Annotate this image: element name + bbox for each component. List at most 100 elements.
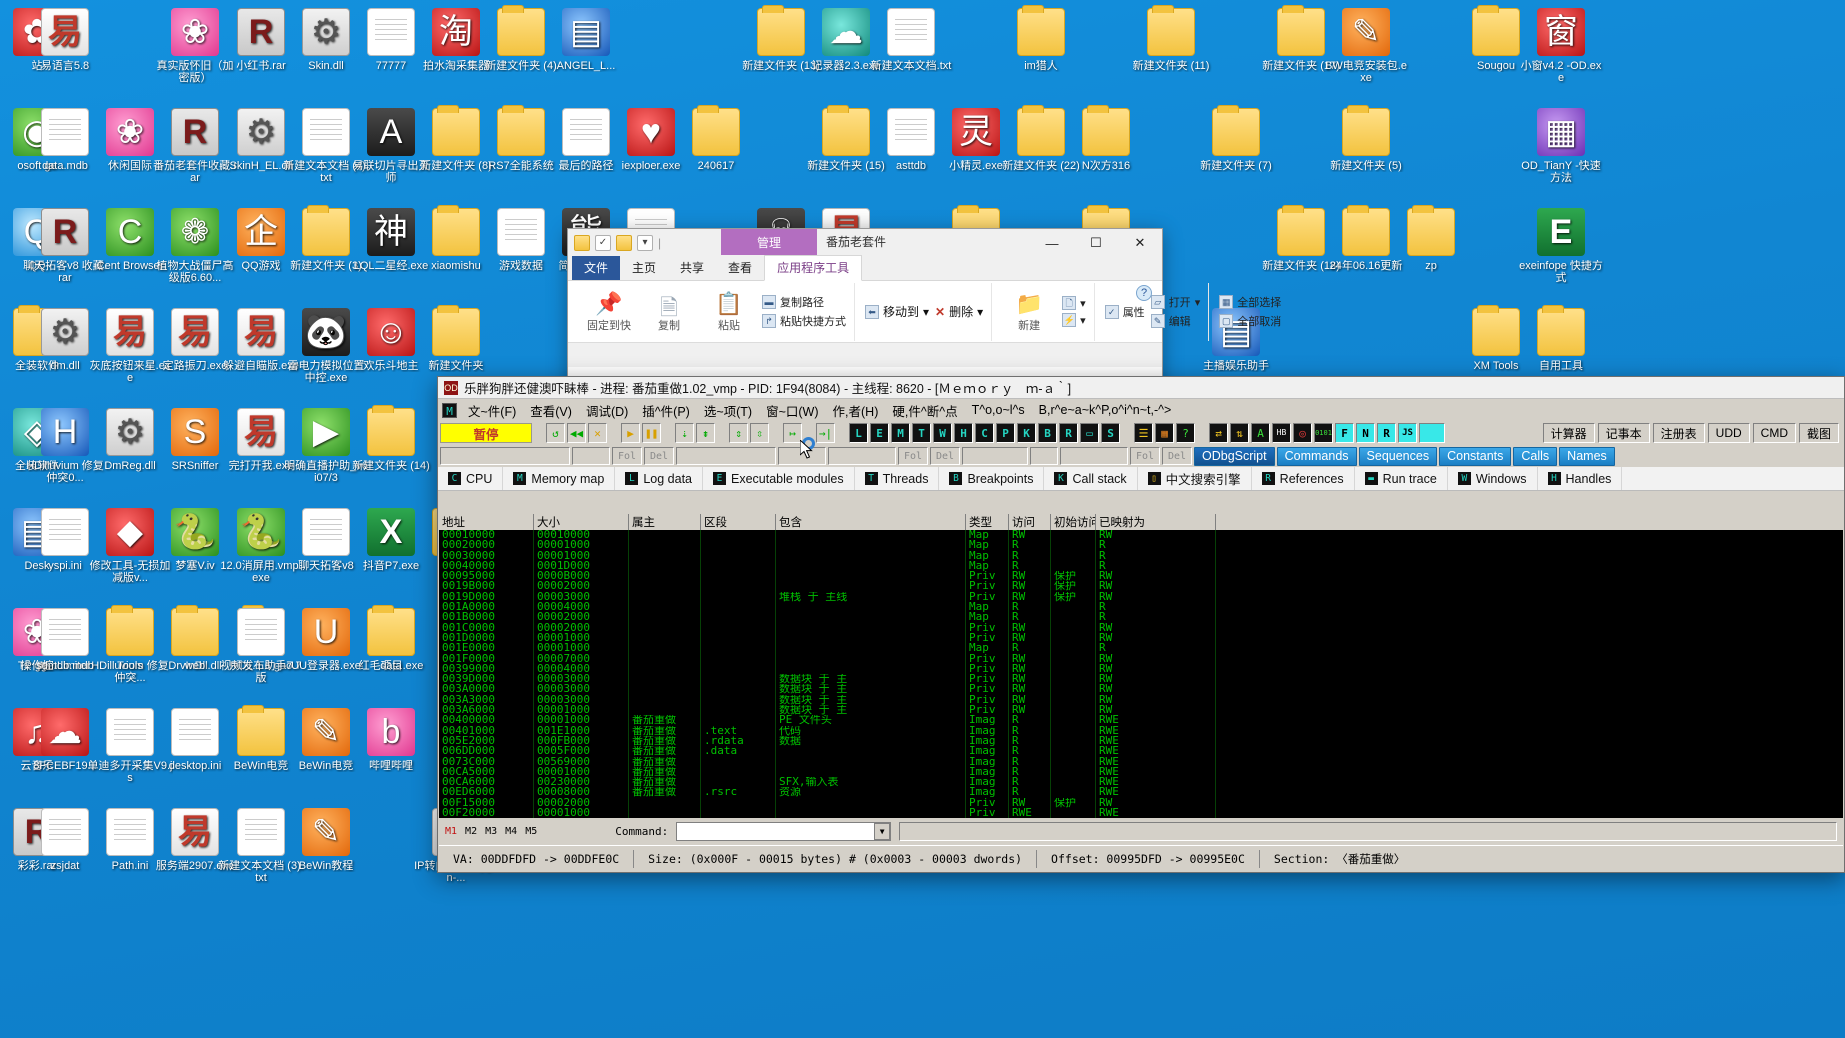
memory-row[interactable]: 0019D000 00003000 堆栈 于 主线 Priv RW 保护 RW — [439, 591, 1843, 603]
copy-button[interactable]: 🗎 复制 — [642, 291, 696, 333]
desktop-icon[interactable]: Eexeinfope 快捷方式 — [1518, 208, 1604, 284]
ollydbg-window[interactable]: OD 乐胖狗胖还健澳吓眛棒 - 进程: 番茄重做1.02_vmp - PID: … — [437, 376, 1845, 873]
desktop-icon[interactable]: 新建文本文档.txt — [868, 8, 954, 72]
tab-memory-map[interactable]: M Memory map — [503, 467, 616, 490]
memory-row[interactable]: 00095000 0000B000 Priv RW 保护 RW — [439, 571, 1843, 582]
list-icon[interactable]: ☰ — [1134, 423, 1153, 443]
paste-button[interactable]: 📋 粘贴 — [702, 291, 756, 333]
desktop-icon[interactable]: b 哔哩哔哩 — [348, 708, 434, 772]
memory-map-panel[interactable]: 地址 大小 属主 区段 包含 类型 访问 初始访问 已映射为 00010000 00010000 M… — [439, 514, 1843, 818]
step-into-icon[interactable]: ⇣ — [675, 423, 694, 443]
copy-path-button[interactable]: ▬ 复制路径 — [762, 294, 846, 310]
pin-to-quick-button[interactable]: 📌 固定到快 — [582, 291, 636, 333]
memory-row[interactable]: 00020000 00001000 Map R R — [439, 540, 1843, 551]
toolbar-button-M[interactable]: M — [891, 423, 910, 443]
desktop-icon[interactable]: data — [348, 605, 434, 672]
tab-share[interactable]: 共享 — [668, 256, 716, 280]
memory-row[interactable]: 00F15000 00002000 Priv RW 保护 RW — [439, 797, 1843, 809]
screenshot-button[interactable]: 截图 — [1798, 423, 1839, 443]
new-folder-button[interactable]: 📁 新建 — [1002, 291, 1056, 333]
calculator-button[interactable]: 计算器 — [1542, 423, 1595, 443]
properties-button[interactable]: ✓ 属性 — [1104, 304, 1145, 320]
command-bar[interactable]: M1 M2 M3 M4 M5 Command: ▼ — [439, 818, 1843, 844]
toolbar-blank-button[interactable] — [1419, 423, 1445, 443]
explorer-manage-tab[interactable]: 管理 — [721, 229, 817, 255]
memory-column-header[interactable]: 访问 — [1009, 514, 1051, 530]
menu-tools[interactable]: T^o,o~l^s — [965, 401, 1032, 419]
memory-row[interactable]: 00010000 00010000 Map RW RW — [439, 530, 1843, 541]
filter-button-R[interactable]: R — [1377, 423, 1396, 443]
binary-icon[interactable]: 0101 — [1314, 423, 1333, 443]
hexdump-icon[interactable]: HB — [1272, 423, 1291, 443]
menu-breakpoint[interactable]: B,r^e~a~k^P,o^i^n~t,-^> — [1032, 401, 1179, 419]
script-tab-sequences[interactable]: Sequences — [1358, 446, 1438, 466]
folder-quick-icon[interactable] — [616, 235, 632, 251]
debugger-menu-bar[interactable]: M 文~件(F) 查看(V) 调试(D) 插^件(P) 选~项(T) 窗~口(W… — [438, 399, 1844, 421]
del-button-1[interactable]: Del — [644, 447, 674, 465]
memory-row[interactable]: 001A0000 00004000 Map R R — [439, 602, 1843, 613]
memory-row[interactable]: 00F20000 00001000 Priv RWE RWE — [439, 808, 1843, 818]
cmd-button[interactable]: CMD — [1752, 423, 1796, 443]
desktop-icon[interactable]: ▤ ANGEL_L... — [543, 8, 629, 72]
desktop-icon[interactable]: ✎ BW电竞安装包.exe — [1323, 8, 1409, 84]
select-all-button[interactable]: ▦ 全部选择 — [1219, 294, 1281, 310]
select-none-button[interactable]: ▢ 全部取消 — [1219, 313, 1281, 329]
memory-column-header[interactable]: 初始访问 — [1051, 514, 1096, 530]
easy-access-button[interactable]: ⚡ ▾ — [1062, 313, 1086, 327]
memory-row[interactable]: 001F0000 00007000 Priv RW RW — [439, 653, 1843, 664]
desktop-icon[interactable]: 240617 — [673, 105, 759, 172]
tab-cpu[interactable]: C CPU — [438, 467, 504, 490]
menu-view[interactable]: 查看(V) — [523, 399, 579, 421]
debugger-title-bar[interactable]: OD 乐胖狗胖还健澳吓眛棒 - 进程: 番茄重做1.02_vmp - PID: … — [438, 377, 1844, 399]
explorer-ribbon-tabs[interactable]: 文件 主页 共享 查看 应用程序工具 — [568, 255, 1162, 281]
pause-status-button[interactable]: 暂停 — [440, 423, 532, 443]
command-dropdown-icon[interactable]: ▼ — [874, 822, 891, 840]
tab-home[interactable]: 主页 — [620, 256, 668, 280]
udd-button[interactable]: UDD — [1707, 423, 1750, 443]
memory-row[interactable]: 001E0000 00001000 Map R R — [439, 643, 1843, 654]
desktop-icon[interactable]: 新建文件夹 (11) — [1128, 5, 1214, 72]
toolbar-button-B[interactable]: B — [1038, 423, 1057, 443]
tab-call-stack[interactable]: K Call stack — [1044, 467, 1138, 490]
memory-row[interactable]: 006DD000 0005F000 番茄重做 .data Imag R RWE — [439, 746, 1843, 757]
del-button-2[interactable]: Del — [930, 447, 960, 465]
tab-log-data[interactable]: L Log data — [615, 467, 704, 490]
memory-row[interactable]: 003A0000 00003000 数据块 于 主 Priv RW RW — [439, 684, 1843, 695]
script-tab-calls[interactable]: Calls — [1513, 446, 1558, 466]
close-button[interactable]: ✕ — [1118, 229, 1162, 257]
fol-button-1[interactable]: Fol — [612, 447, 642, 465]
minimize-button[interactable]: — — [1030, 229, 1074, 257]
chevron-down-icon[interactable]: ▾ — [1080, 314, 1086, 327]
move-to-button[interactable]: ⬅ 移动到 ▾ — [865, 303, 929, 320]
explorer-window-buttons[interactable]: — ☐ ✕ — [1030, 229, 1162, 257]
m2-button[interactable]: M2 — [465, 826, 477, 837]
help-icon[interactable]: ? — [1176, 423, 1195, 443]
memory-column-header[interactable]: 区段 — [701, 514, 776, 530]
memory-row[interactable]: 003A6000 00001000 数据块 于 主 Priv RW RW — [439, 705, 1843, 716]
filter-field-8[interactable] — [1060, 447, 1128, 465]
toolbar-button-L[interactable]: L — [849, 423, 868, 443]
memory-row[interactable]: 0019B000 00002000 Priv RW 保护 RW — [439, 581, 1843, 592]
edit-button[interactable]: ✎ 编辑 — [1150, 313, 1201, 329]
tab-view[interactable]: 查看 — [716, 256, 764, 280]
desktop-icon[interactable]: zp — [1388, 205, 1474, 272]
memory-row[interactable]: 00CA5000 00001000 番茄重做 Imag R RWE — [439, 766, 1843, 778]
menu-file[interactable]: 文~件(F) — [461, 399, 523, 421]
filter-field-3[interactable] — [676, 447, 776, 465]
script-tab-commands[interactable]: Commands — [1276, 446, 1357, 466]
grid-icon[interactable]: ▦ — [1155, 423, 1174, 443]
script-tab-names[interactable]: Names — [1559, 446, 1615, 466]
filter-field-6[interactable] — [962, 447, 1028, 465]
toolbar-button-T[interactable]: T — [912, 423, 931, 443]
filter-field-5[interactable] — [828, 447, 896, 465]
debugger-toolbar[interactable]: 暂停 ↺ ◀◀ ✕ ▶ ❚❚ ⇣ ⇟ ⇕ ⇳ ↦ →| L E M T W H … — [438, 421, 1844, 445]
help-icon[interactable]: ? — [1136, 285, 1152, 301]
fol-button-2[interactable]: Fol — [898, 447, 928, 465]
debugger-tool-shortcuts[interactable]: 计算器 记事本 注册表 UDD CMD 截图 — [1542, 423, 1842, 443]
memory-row[interactable]: 00ED6000 00008000 番茄重做 .rsrc 资源 Imag R RWE — [439, 787, 1843, 798]
fol-button-3[interactable]: Fol — [1130, 447, 1160, 465]
analyze-icon[interactable]: A — [1251, 423, 1270, 443]
chevron-down-icon[interactable]: ▾ — [923, 305, 929, 319]
pause-icon[interactable]: ❚❚ — [642, 423, 661, 443]
updown-icon[interactable]: ⇅ — [1230, 423, 1249, 443]
